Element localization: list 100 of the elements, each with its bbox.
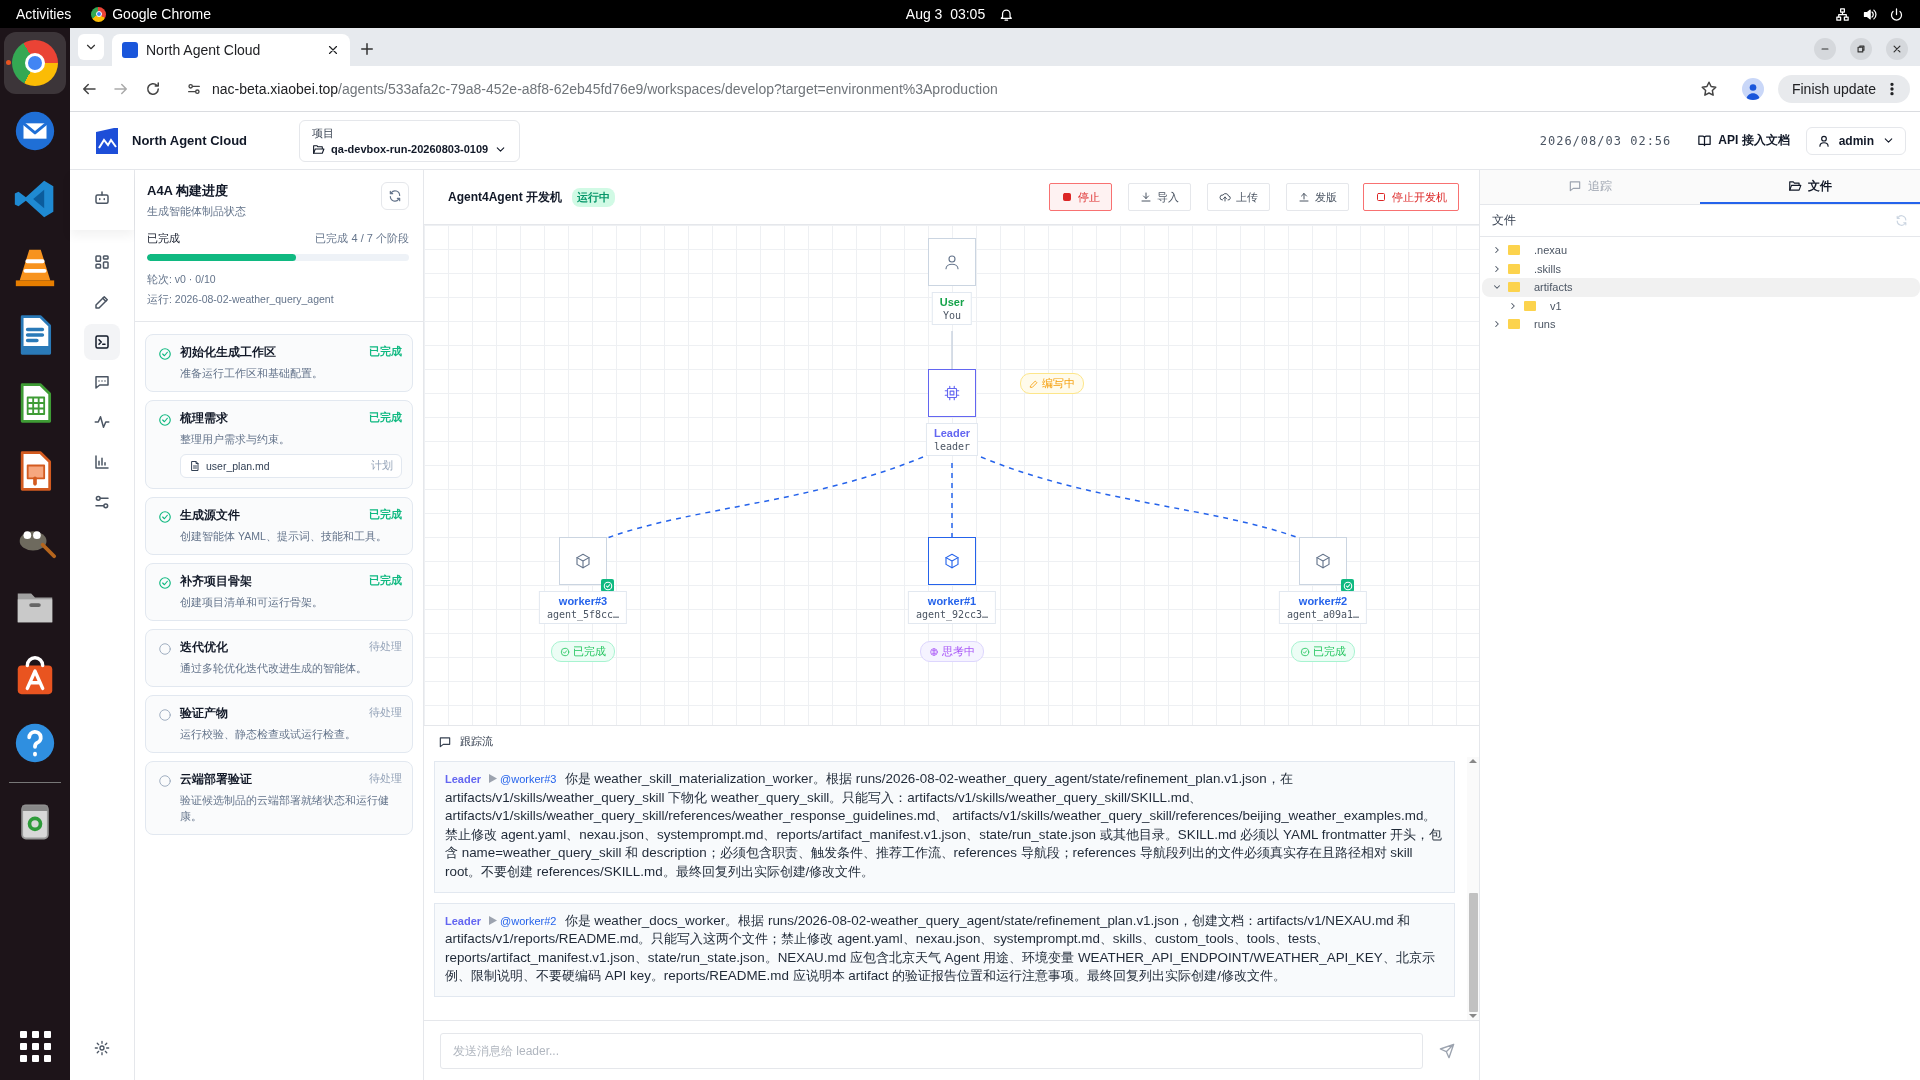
check-circle-icon: [560, 646, 570, 657]
browser-tab[interactable]: North Agent Cloud: [112, 34, 350, 66]
files-title: 文件: [1492, 212, 1516, 229]
stage-status: 待处理: [369, 706, 402, 720]
cube-icon: [1314, 552, 1332, 570]
stage-title: 云端部署验证: [180, 772, 252, 787]
bookmark-star-icon[interactable]: [1699, 79, 1718, 98]
folder-icon: [1508, 263, 1520, 274]
site-favicon-icon: [122, 42, 138, 58]
node-status-badge: 思考中: [920, 641, 984, 662]
folder-icon: [1508, 245, 1520, 256]
toolbar-button[interactable]: 上传: [1207, 183, 1270, 211]
cube-icon: [574, 552, 592, 570]
square-icon: [1375, 191, 1387, 203]
stage-description: 创建智能体 YAML、提示词、技能和工具。: [180, 529, 388, 544]
download-icon: [1140, 191, 1152, 203]
reload-icon[interactable]: [144, 79, 162, 98]
message-input-field[interactable]: 发送消息给 leader...: [440, 1032, 1423, 1069]
toolbar-button[interactable]: 发版: [1286, 183, 1349, 211]
power-icon[interactable]: [1889, 6, 1904, 22]
brand-name: North Agent Cloud: [132, 133, 248, 148]
toolbar-button[interactable]: 导入: [1128, 183, 1191, 211]
refresh-button[interactable]: [381, 182, 409, 210]
check-circle-icon: [1300, 646, 1310, 657]
node-name: Leader: [933, 427, 971, 439]
close-icon[interactable]: [326, 43, 340, 57]
logo-icon: [94, 127, 120, 154]
tree-item[interactable]: runs: [1482, 315, 1920, 334]
user-icon: [1816, 133, 1831, 148]
node-id: agent_a09a1…: [1286, 609, 1360, 620]
minimize-icon[interactable]: [1814, 38, 1836, 60]
upload-icon: [1298, 191, 1310, 203]
panel-subtitle: 生成智能体制品状态: [147, 204, 246, 219]
cube-icon: [943, 552, 961, 570]
file-chip[interactable]: user_plan.md 计划: [180, 454, 402, 478]
panel-title: A4A 构建进度: [147, 182, 230, 200]
book-icon: [1697, 133, 1713, 148]
clock[interactable]: Aug 3 03:05: [905, 6, 986, 22]
refresh-icon: [388, 189, 402, 203]
dock-item[interactable]: [4, 32, 66, 94]
node-id: leader: [933, 441, 971, 452]
stage-title: 验证产物: [180, 706, 228, 721]
new-tab-icon[interactable]: [358, 40, 376, 58]
connector-line: [951, 330, 953, 370]
browser-icon[interactable]: [12, 40, 58, 86]
terminal-icon: [93, 333, 111, 351]
tree-item[interactable]: .nexau: [1482, 241, 1920, 260]
robot-icon: [93, 189, 111, 207]
chevron-right-icon: [1508, 300, 1518, 311]
leader-node[interactable]: [928, 369, 976, 417]
app-grid-icon[interactable]: [19, 1031, 51, 1062]
stage-status: 已完成: [369, 345, 402, 359]
tree-item[interactable]: v1: [1482, 296, 1920, 315]
network-icon[interactable]: [1835, 6, 1850, 22]
close-window-icon[interactable]: [1886, 38, 1908, 60]
trace-message: Leader @worker#3 你是 weather_skill_materialization_worker。根据 runs/2026-08-02-weather_query_agent/state/refinement_plan.v1.json，在 artifacts/v1/skills/weather_query_skill 下物化 weather_query_skill。只能写入：artifacts/v1/skills/weather_query_skill/SKILL.md、 artifacts/v1/skills/weather_query_skill/references/weather_response_guidelines.md、 artifacts/v1/skills/weather_query_skill/references/beijing_weather_examples.md。禁止修改 agent.yaml、nexau.json、systemprompt.md、reports/artifact_manifest.v1.json、state/run_state.json 或其他目录。SKILL.md 必须以 YAML frontmatter 开头，包含 name=weather_query_skill 和 description；必须包含职责、触发条件、推荐工作流、references 导航段；references 导航段列出的文件必须真实存在且路径相对 skill root。不要创建 references/SKILL.md。最终回复列出实际创建/修改文件。: [434, 761, 1455, 893]
toolbar-button[interactable]: 停止: [1049, 183, 1112, 211]
run-info: 运行: 2026-08-02-weather_query_agent: [147, 293, 335, 307]
scrollbar-thumb[interactable]: [1468, 893, 1478, 1012]
progress-status: 已完成: [147, 231, 180, 246]
restore-icon[interactable]: [1850, 38, 1872, 60]
profile-icon[interactable]: [1741, 77, 1764, 100]
stage-description: 运行校验、静态检查或试运行检查。: [180, 727, 357, 742]
user-menu-button[interactable]: admin: [1805, 126, 1906, 155]
file-icon: [189, 460, 201, 472]
stage-status: 待处理: [369, 772, 402, 786]
activity-icon: [93, 413, 111, 431]
stop-icon: [1061, 191, 1073, 203]
worker-node[interactable]: [928, 537, 976, 585]
stage-description: 通过多轮优化迭代改进生成的智能体。: [180, 661, 368, 676]
node-id: agent_5f8cc…: [546, 609, 620, 620]
stage-status: 已完成: [369, 508, 402, 522]
workspace-title: Agent4Agent 开发机: [448, 188, 562, 206]
node-name: worker#2: [1297, 595, 1349, 607]
settings-icon: [94, 1040, 110, 1056]
node-id: You: [941, 310, 963, 321]
app-menu[interactable]: Google Chrome: [91, 6, 212, 22]
finish-update-button[interactable]: Finish update: [1777, 74, 1910, 103]
sliders-icon: [93, 493, 111, 511]
stage-status: 已完成: [369, 574, 402, 588]
grid-icon: [93, 253, 111, 271]
activity-badge: 编写中: [1020, 373, 1084, 394]
terminal-nav-icon[interactable]: [84, 324, 120, 360]
panel-tab[interactable]: 文件: [1700, 170, 1920, 204]
node-name: User: [939, 296, 965, 308]
project-selector[interactable]: 项目 qa-devbox-run-20260803-0109: [299, 119, 521, 162]
api-docs-link[interactable]: API 接入文档: [1697, 132, 1790, 149]
address-bar[interactable]: nac-beta.xiaobei.top/agents/533afa2c-79a8-452e-a8f8-62eb45fd76e9/workspaces/develop?target=environment%3Aproduction: [212, 80, 998, 97]
node-id: agent_92cc3…: [915, 609, 989, 620]
chip-icon: [943, 384, 961, 402]
stage-title: 初始化生成工作区: [180, 345, 276, 360]
chevron-right-icon: [1492, 245, 1502, 256]
toolbar-button[interactable]: 停止开发机: [1363, 183, 1459, 211]
tree-item[interactable]: .skills: [1482, 259, 1920, 278]
activities-button[interactable]: Activities: [16, 6, 72, 22]
tree-item[interactable]: artifacts: [1482, 278, 1920, 297]
stage-title: 生成源文件: [180, 508, 240, 523]
browser-icon: [91, 6, 107, 22]
user-node[interactable]: [928, 238, 976, 286]
node-status-badge: 已完成: [1291, 641, 1355, 662]
